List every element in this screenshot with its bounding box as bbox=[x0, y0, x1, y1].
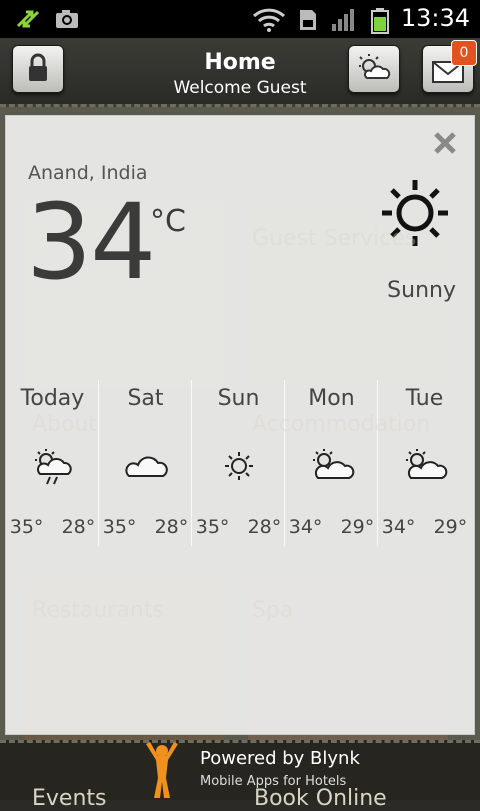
forecast-high: 35° bbox=[195, 516, 230, 538]
close-icon[interactable] bbox=[432, 130, 458, 156]
messages-button[interactable]: 0 bbox=[422, 40, 477, 93]
sync-arrows-icon bbox=[16, 10, 40, 28]
forecast-low: 28° bbox=[247, 516, 282, 538]
forecast-temps: 35° 28° bbox=[99, 516, 192, 538]
page-subtitle: Welcome Guest bbox=[173, 78, 307, 98]
clock: 13:34 bbox=[400, 4, 470, 32]
thunderstorm-partly-cloudy-icon bbox=[35, 449, 72, 485]
forecast-temps: 35° 28° bbox=[6, 516, 99, 538]
forecast-high: 35° bbox=[102, 516, 137, 538]
weather-button[interactable] bbox=[348, 45, 400, 93]
forecast-high: 34° bbox=[288, 516, 323, 538]
tile-label-about: About bbox=[32, 412, 98, 437]
partly-cloudy-icon bbox=[406, 449, 448, 479]
camera-icon bbox=[56, 10, 78, 28]
app-header: Home Welcome Guest 0 bbox=[0, 38, 480, 107]
temperature-unit: °C bbox=[150, 204, 186, 239]
weather-icon bbox=[359, 54, 391, 79]
tile-label-spa: Spa bbox=[252, 598, 294, 623]
forecast-day: Sat 35° 28° bbox=[99, 380, 192, 548]
forecast-day: Mon 34° 29° bbox=[285, 380, 378, 548]
message-count-badge: 0 bbox=[451, 40, 477, 66]
tile-label-events[interactable]: Events bbox=[32, 786, 107, 811]
forecast-temps: 34° 29° bbox=[378, 516, 471, 538]
page-title: Home bbox=[204, 50, 276, 75]
partly-cloudy-icon bbox=[313, 449, 355, 479]
forecast-temps: 35° 28° bbox=[192, 516, 285, 538]
tile-label-guest-services: Guest Services bbox=[252, 226, 417, 251]
signal-icon bbox=[332, 9, 354, 31]
battery-icon bbox=[371, 8, 389, 34]
forecast-low: 29° bbox=[340, 516, 375, 538]
current-temperature: 34 bbox=[26, 181, 156, 303]
tile-label-restaurants: Restaurants bbox=[32, 598, 164, 623]
forecast-day-name: Today bbox=[20, 386, 85, 411]
forecast-strip: Today 35° 28° Sat 35° 28° Sun 35° 28° Mo… bbox=[6, 380, 474, 548]
forecast-day-name: Mon bbox=[308, 386, 355, 411]
forecast-low: 28° bbox=[154, 516, 189, 538]
forecast-day-name: Tue bbox=[405, 386, 444, 411]
weather-condition: Sunny bbox=[387, 278, 456, 303]
forecast-day: Sun 35° 28° bbox=[192, 380, 285, 548]
forecast-day: Today 35° 28° bbox=[6, 380, 99, 548]
status-bar: 13:34 bbox=[0, 0, 480, 38]
wifi-icon bbox=[252, 8, 286, 32]
sim-card-icon bbox=[300, 10, 316, 30]
footer-divider bbox=[0, 740, 480, 743]
forecast-day: Tue 34° 29° bbox=[378, 380, 471, 548]
sun-icon bbox=[225, 452, 253, 480]
forecast-low: 28° bbox=[61, 516, 96, 538]
forecast-high: 34° bbox=[381, 516, 416, 538]
cloud-icon bbox=[125, 456, 168, 477]
forecast-high: 35° bbox=[9, 516, 44, 538]
forecast-temps: 34° 29° bbox=[285, 516, 378, 538]
forecast-low: 29° bbox=[433, 516, 468, 538]
tile-label-accommodation: Accommodation bbox=[252, 412, 431, 437]
forecast-day-name: Sat bbox=[127, 386, 164, 411]
forecast-day-name: Sun bbox=[217, 386, 260, 411]
powered-by-text: Powered by Blynk bbox=[200, 748, 360, 769]
blynk-logo-icon bbox=[146, 742, 178, 798]
tile-label-book-online[interactable]: Book Online bbox=[254, 786, 387, 811]
